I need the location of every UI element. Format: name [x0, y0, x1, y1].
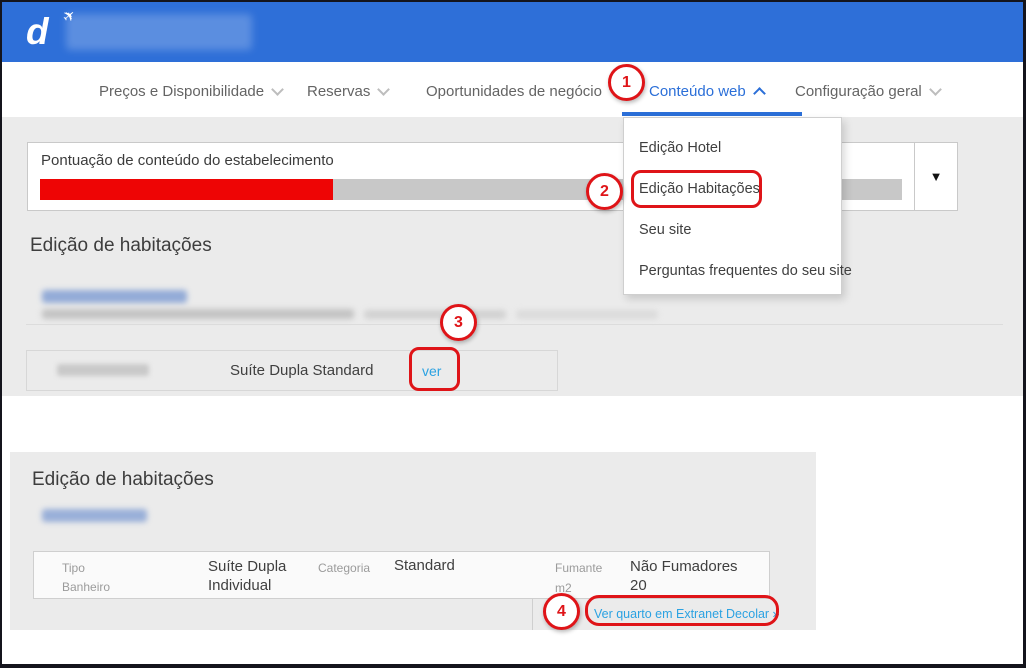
decolar-logo[interactable]: d ✈ — [26, 10, 68, 54]
redacted-room-link[interactable] — [42, 509, 147, 522]
content-score-label: Pontuação de conteúdo do estabelecimento — [41, 152, 334, 169]
detail-label-categoria: Categoria — [318, 561, 370, 575]
menu-item-seu-site[interactable]: Seu site — [639, 222, 691, 238]
score-dropdown-toggle[interactable]: ▼ — [914, 142, 958, 211]
nav-reservas[interactable]: Reservas — [307, 83, 388, 100]
main-navbar: Preços e Disponibilidade Reservas Oportu… — [2, 62, 1023, 117]
annotation-box-extranet-link — [585, 595, 779, 626]
menu-item-edicao-hotel[interactable]: Edição Hotel — [639, 140, 721, 156]
annotation-step-1: 1 — [608, 64, 645, 101]
nav-precos-e-disponibilidade[interactable]: Preços e Disponibilidade — [99, 83, 282, 100]
detail-label-fumante: Fumante — [555, 561, 602, 575]
chevron-up-icon — [753, 87, 766, 100]
nav-label: Oportunidades de negócio — [426, 83, 602, 100]
redacted-room-type-link[interactable] — [42, 290, 187, 303]
content-score-fill — [40, 179, 333, 200]
detail-value-tipo: Suíte Dupla — [208, 558, 286, 575]
section-title-edicao-habitacoes-2: Edição de habitações — [32, 469, 214, 491]
nav-configuracao-geral[interactable]: Configuração geral — [795, 83, 940, 100]
chevron-down-icon — [929, 83, 942, 96]
detail-value-fumante: Não Fumadores — [630, 558, 738, 575]
table-top-border — [26, 324, 1003, 325]
annotation-step-4: 4 — [543, 593, 580, 630]
extranet-page: d ✈ Preços e Disponibilidade Reservas Op… — [0, 0, 1026, 668]
nav-label: Conteúdo web — [649, 83, 746, 100]
redacted-description-text — [364, 310, 506, 319]
caret-down-icon: ▼ — [930, 169, 943, 184]
logo-letter: d — [26, 11, 49, 52]
redacted-description-text — [42, 309, 354, 319]
annotation-box-edicao-habitacoes — [631, 170, 762, 208]
redacted-description-text — [516, 310, 658, 319]
nav-conteudo-web[interactable]: Conteúdo web — [649, 83, 764, 100]
redacted-hotel-name — [66, 14, 252, 50]
nav-oportunidades-de-negocio[interactable]: Oportunidades de negócio — [426, 83, 620, 100]
menu-item-perguntas-frequentes[interactable]: Perguntas frequentes do seu site — [639, 263, 852, 279]
chevron-down-icon — [271, 83, 284, 96]
section-title-edicao-habitacoes: Edição de habitações — [30, 235, 212, 257]
detail-value-categoria: Standard — [394, 557, 455, 574]
annotation-step-3: 3 — [440, 304, 477, 341]
detail-value-m2: 20 — [630, 577, 647, 594]
nav-label: Preços e Disponibilidade — [99, 83, 264, 100]
detail-label-tipo: Tipo — [62, 561, 85, 575]
app-header: d ✈ — [2, 2, 1023, 62]
nav-label: Configuração geral — [795, 83, 922, 100]
annotation-box-ver — [409, 347, 460, 391]
active-tab-underline — [622, 112, 802, 116]
table-cell-divider — [532, 599, 533, 630]
room-name: Suíte Dupla Standard — [230, 362, 373, 379]
annotation-step-2: 2 — [586, 173, 623, 210]
room-detail-table: Tipo Suíte Dupla Categoria Standard Fuma… — [33, 551, 770, 599]
chevron-down-icon — [377, 83, 390, 96]
detail-label-banheiro: Banheiro — [62, 580, 110, 594]
detail-value-banheiro: Individual — [208, 577, 271, 594]
nav-label: Reservas — [307, 83, 370, 100]
redacted-room-code — [57, 364, 149, 376]
